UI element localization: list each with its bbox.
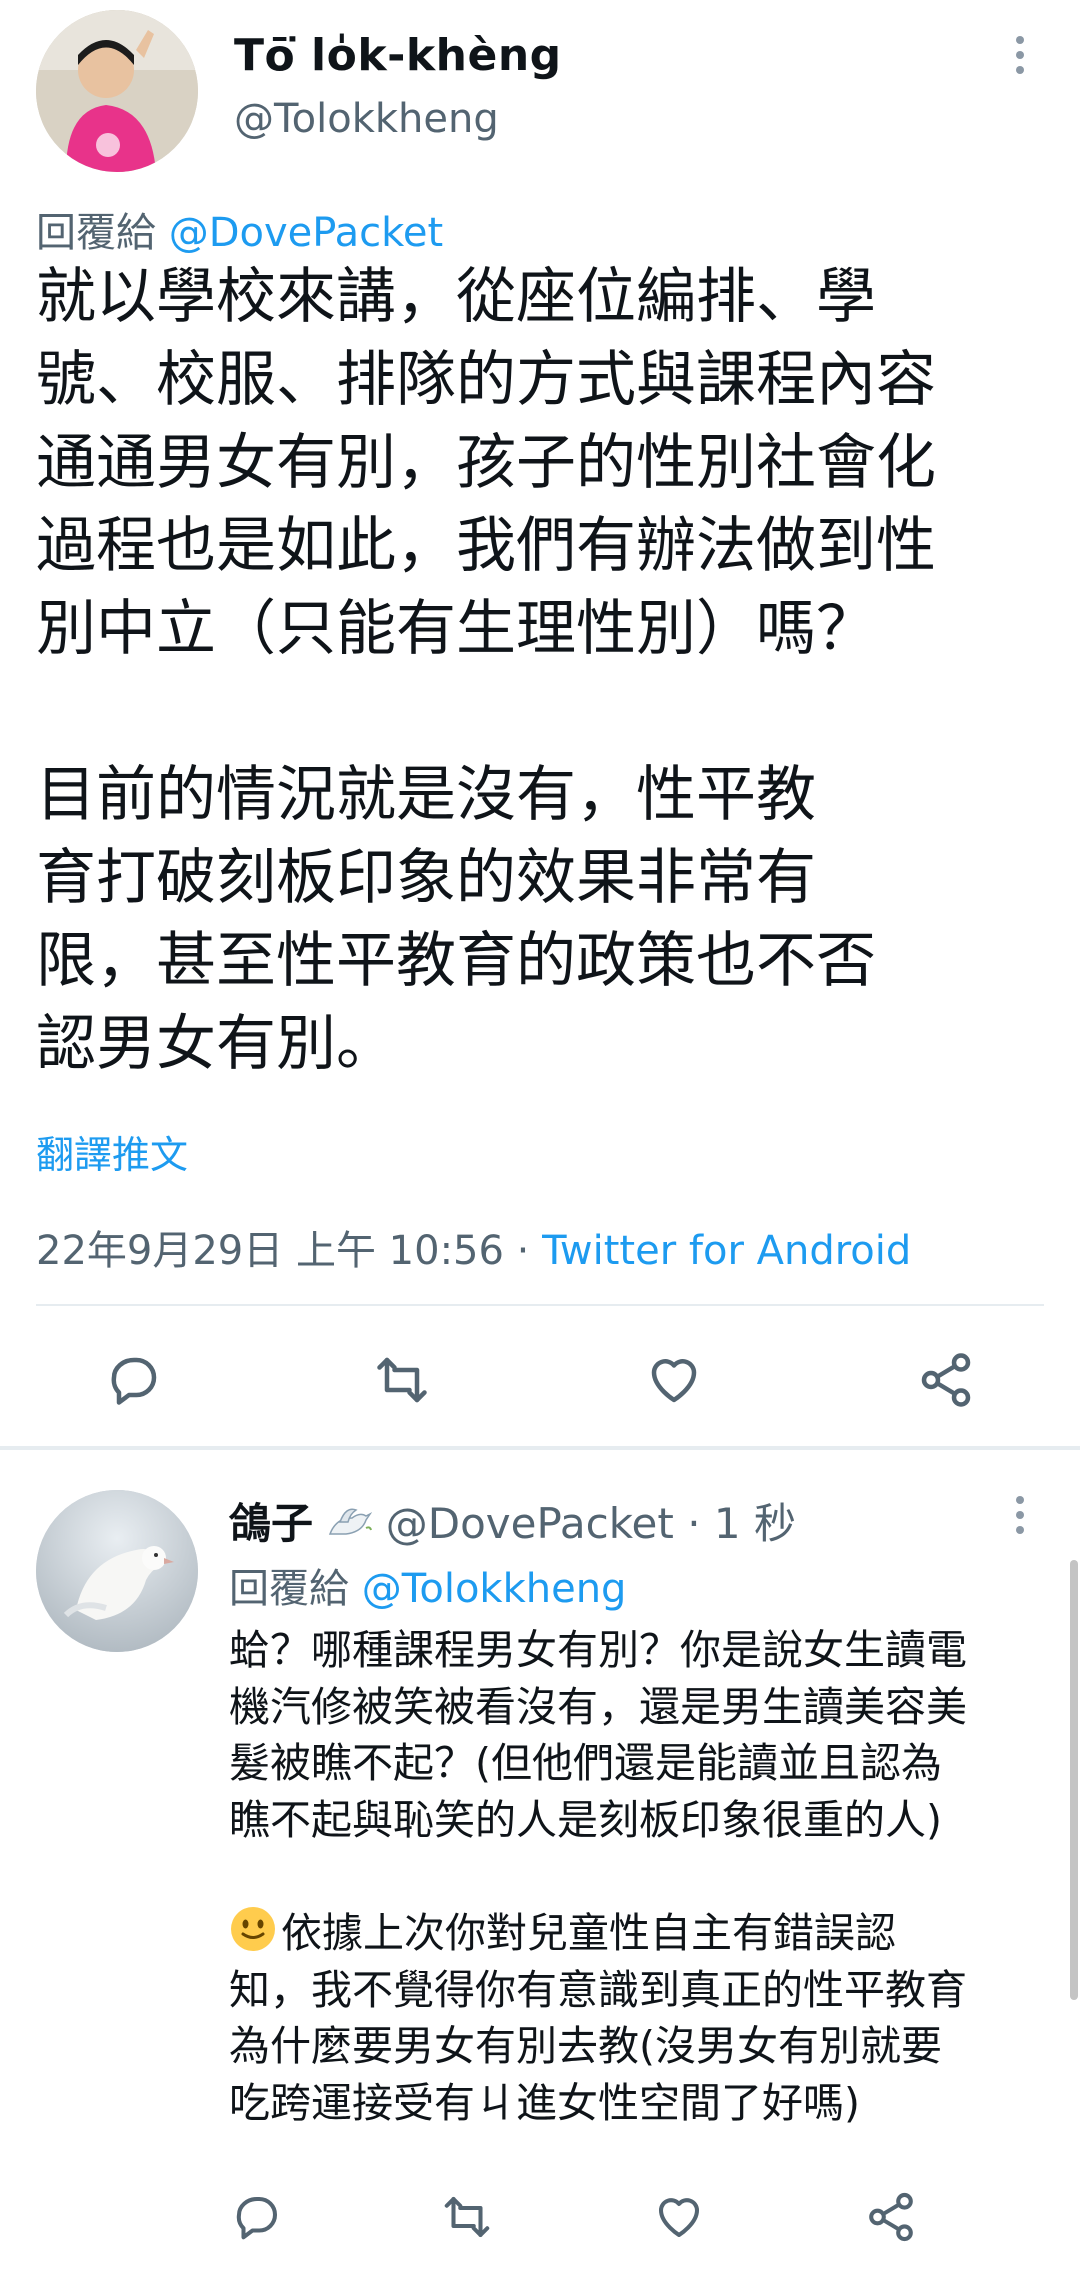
tweet-text: 蛤？哪種課程男女有別？你是說女生讀電 機汽修被笑被看沒有，還是男生讀美容美 髮被… [229, 1622, 1049, 2131]
reply-to-mention[interactable]: @DovePacket [169, 210, 443, 256]
relative-time[interactable]: · 1 秒 [687, 1499, 796, 1548]
share-icon[interactable] [916, 1350, 976, 1410]
avatar-photo [36, 10, 198, 172]
timestamp[interactable]: 22年9月29日 上午 10:56 [36, 1228, 504, 1274]
slightly-smiling-face-emoji [229, 1905, 277, 1953]
retweet-icon[interactable] [440, 2190, 494, 2244]
section-divider [0, 1446, 1080, 1450]
reply-icon[interactable] [104, 1350, 164, 1410]
reply-icon[interactable] [230, 2190, 284, 2244]
avatar[interactable] [36, 10, 198, 172]
tweet-paragraph: 蛤？哪種課程男女有別？你是說女生讀電 機汽修被笑被看沒有，還是男生讀美容美 髮被… [229, 1626, 967, 1844]
heart-icon[interactable] [644, 1350, 704, 1410]
reply-to-prefix: 回覆給 [229, 1566, 349, 1612]
tweet-action-bar [0, 1320, 1080, 1440]
display-name[interactable]: 鴿子 [229, 1499, 313, 1548]
user-handle[interactable]: @Tolokkheng [234, 96, 499, 142]
share-icon[interactable] [864, 2190, 918, 2244]
reply-to-line: 回覆給 @DovePacket [36, 200, 443, 258]
heart-icon[interactable] [652, 2190, 706, 2244]
more-vertical-icon[interactable] [1000, 30, 1040, 80]
user-handle[interactable]: @DovePacket [386, 1499, 674, 1548]
source-link[interactable]: Twitter for Android [542, 1228, 911, 1274]
reply-to-mention[interactable]: @Tolokkheng [362, 1566, 627, 1612]
reply-header: 鴿子 @DovePacket · 1 秒 [229, 1490, 796, 1551]
tweet-meta: 22年9月29日 上午 10:56 · Twitter for Android [36, 1218, 911, 1276]
avatar[interactable] [36, 1490, 198, 1652]
meta-separator: · [503, 1228, 543, 1274]
tweet-action-bar [200, 2190, 960, 2260]
translate-tweet-link[interactable]: 翻譯推文 [36, 1124, 188, 1179]
dove-emoji [326, 1504, 373, 1544]
tweet-text: 就以學校來講，從座位編排、學 號、校服、排隊的方式與課程內容 通通男女有別，孩子… [36, 262, 936, 1079]
tweet-paragraph: 依據上次你對兒童性自主有錯誤認 知，我不覺得你有意識到真正的性平教育 為什麼要男… [229, 1908, 967, 2127]
scrollbar[interactable] [1070, 1560, 1078, 2000]
reply-to-line: 回覆給 @Tolokkheng [229, 1556, 626, 1614]
divider [36, 1304, 1044, 1306]
retweet-icon[interactable] [372, 1350, 432, 1410]
reply-to-prefix: 回覆給 [36, 210, 156, 256]
display-name[interactable]: Tō͘ lo̍k-khèng [234, 30, 562, 81]
dove-avatar-photo [36, 1490, 198, 1652]
more-vertical-icon[interactable] [1000, 1490, 1040, 1540]
